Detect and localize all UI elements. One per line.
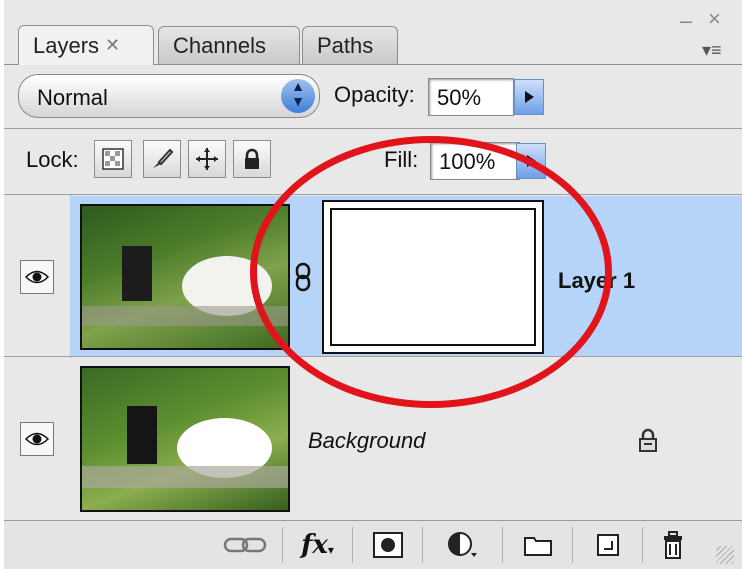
visibility-toggle-background[interactable] bbox=[20, 422, 54, 456]
divider bbox=[4, 194, 742, 195]
photo-log-shape bbox=[82, 466, 288, 488]
layer-name-background[interactable]: Background bbox=[308, 428, 425, 454]
opacity-slider-button[interactable] bbox=[514, 79, 544, 115]
resize-grip-icon[interactable] bbox=[716, 546, 734, 564]
mask-selection-border bbox=[330, 208, 536, 346]
fx-label: fx bbox=[301, 530, 328, 560]
tab-paths-label: Paths bbox=[317, 32, 374, 58]
lock-transparent-pixels-icon[interactable] bbox=[94, 140, 132, 178]
tab-channels-label: Channels bbox=[173, 32, 266, 58]
tab-paths[interactable]: Paths bbox=[302, 26, 398, 64]
photo-log-shape bbox=[82, 306, 288, 326]
delete-layer-icon[interactable] bbox=[642, 527, 702, 563]
tab-close-icon[interactable]: ✕ bbox=[105, 35, 120, 56]
select-arrows-icon: ▲ ▼ bbox=[281, 79, 315, 113]
chain-link-icon[interactable] bbox=[294, 262, 312, 297]
fill-input[interactable]: 100% bbox=[430, 142, 520, 180]
photo-figure-shape bbox=[122, 246, 152, 301]
new-layer-icon[interactable] bbox=[572, 527, 642, 563]
lock-all-icon[interactable] bbox=[233, 140, 271, 178]
triangle-right-icon bbox=[524, 91, 534, 103]
new-group-icon[interactable] bbox=[502, 527, 572, 563]
layer-locked-icon bbox=[638, 428, 658, 457]
tab-channels[interactable]: Channels bbox=[158, 26, 300, 64]
fx-icon[interactable]: fx ▾ bbox=[282, 527, 352, 563]
divider bbox=[4, 356, 742, 357]
blend-mode-value: Normal bbox=[37, 85, 108, 110]
link-layers-icon[interactable] bbox=[210, 527, 280, 563]
eye-icon bbox=[25, 270, 49, 284]
lock-label: Lock: bbox=[26, 147, 79, 172]
layer-1-thumbnail bbox=[80, 204, 290, 350]
triangle-right-icon bbox=[526, 155, 536, 167]
layers-panel: – × ▾≡ Layers ✕ Channels Paths Normal ▲ ▼… bbox=[4, 0, 742, 569]
tab-layers-label: Layers bbox=[33, 32, 100, 58]
opacity-value: 50% bbox=[437, 85, 482, 110]
panel-menu-icon[interactable]: ▾≡ bbox=[702, 40, 722, 61]
visibility-column bbox=[4, 195, 70, 520]
opacity-label: Opacity: bbox=[334, 82, 415, 107]
fill-value: 100% bbox=[439, 149, 496, 174]
close-panel-icon[interactable]: × bbox=[708, 8, 721, 30]
minimize-icon[interactable]: – bbox=[680, 10, 692, 32]
add-mask-icon[interactable] bbox=[352, 527, 422, 563]
fill-slider-button[interactable] bbox=[516, 143, 546, 179]
photo-figure-shape bbox=[127, 406, 157, 464]
blend-mode-select[interactable]: Normal ▲ ▼ bbox=[18, 74, 320, 118]
opacity-input[interactable]: 50% bbox=[428, 78, 514, 116]
adjustment-layer-icon[interactable] bbox=[422, 527, 502, 563]
visibility-toggle-layer-1[interactable] bbox=[20, 260, 54, 294]
layer-name-layer-1[interactable]: Layer 1 bbox=[558, 268, 635, 294]
eye-icon bbox=[25, 432, 49, 446]
tab-layers[interactable]: Layers ✕ bbox=[18, 25, 154, 65]
background-thumbnail bbox=[80, 366, 290, 512]
lock-image-pixels-icon[interactable] bbox=[143, 140, 181, 178]
lock-position-icon[interactable] bbox=[188, 140, 226, 178]
divider bbox=[4, 128, 742, 129]
fill-label: Fill: bbox=[384, 147, 419, 172]
layer-mask-thumbnail[interactable] bbox=[322, 200, 544, 354]
